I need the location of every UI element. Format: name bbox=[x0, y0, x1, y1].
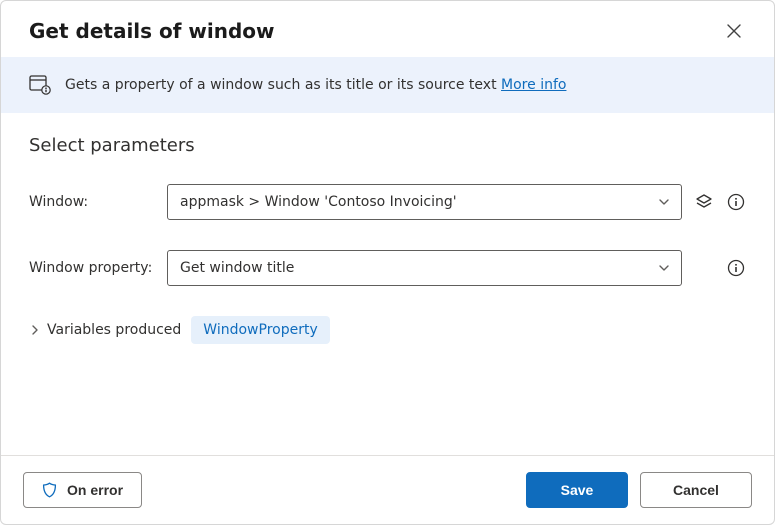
banner-description: Gets a property of a window such as its … bbox=[65, 77, 497, 93]
info-icon bbox=[727, 193, 745, 211]
more-info-link[interactable]: More info bbox=[501, 77, 566, 93]
ui-element-picker-button[interactable] bbox=[694, 192, 714, 212]
on-error-label: On error bbox=[67, 482, 123, 498]
window-property-row: Window property: Get window title bbox=[29, 250, 746, 286]
window-row-actions bbox=[694, 192, 746, 212]
close-icon bbox=[727, 24, 741, 38]
dialog-header: Get details of window bbox=[1, 1, 774, 57]
layers-icon bbox=[695, 193, 713, 211]
dialog-content: Select parameters Window: appmask > Wind… bbox=[1, 113, 774, 455]
window-property-label: Window property: bbox=[29, 260, 167, 276]
save-label: Save bbox=[561, 482, 594, 498]
footer-right: Save Cancel bbox=[526, 472, 752, 508]
banner-text: Gets a property of a window such as its … bbox=[65, 77, 566, 93]
variables-row: Variables produced WindowProperty bbox=[29, 316, 746, 344]
dialog-title: Get details of window bbox=[29, 19, 275, 43]
window-select-value: appmask > Window 'Contoso Invoicing' bbox=[180, 194, 457, 210]
dialog: Get details of window Gets a property of… bbox=[0, 0, 775, 525]
window-icon bbox=[29, 75, 51, 95]
shield-icon bbox=[42, 482, 57, 498]
cancel-button[interactable]: Cancel bbox=[640, 472, 752, 508]
chevron-right-icon bbox=[29, 324, 41, 336]
chevron-down-icon bbox=[657, 195, 671, 209]
dialog-footer: On error Save Cancel bbox=[1, 455, 774, 524]
save-button[interactable]: Save bbox=[526, 472, 628, 508]
info-banner: Gets a property of a window such as its … bbox=[1, 57, 774, 113]
window-property-select-value: Get window title bbox=[180, 260, 294, 276]
window-property-select[interactable]: Get window title bbox=[167, 250, 682, 286]
variable-chip[interactable]: WindowProperty bbox=[191, 316, 329, 344]
info-icon bbox=[727, 259, 745, 277]
on-error-button[interactable]: On error bbox=[23, 472, 142, 508]
window-label: Window: bbox=[29, 194, 167, 210]
close-button[interactable] bbox=[722, 19, 746, 43]
chevron-down-icon bbox=[657, 261, 671, 275]
cancel-label: Cancel bbox=[673, 482, 719, 498]
variables-toggle[interactable]: Variables produced bbox=[29, 322, 181, 338]
section-title: Select parameters bbox=[29, 135, 746, 156]
window-property-row-actions bbox=[694, 258, 746, 278]
window-select[interactable]: appmask > Window 'Contoso Invoicing' bbox=[167, 184, 682, 220]
window-row: Window: appmask > Window 'Contoso Invoic… bbox=[29, 184, 746, 220]
window-property-info-button[interactable] bbox=[726, 258, 746, 278]
variables-toggle-label: Variables produced bbox=[47, 322, 181, 338]
window-info-button[interactable] bbox=[726, 192, 746, 212]
